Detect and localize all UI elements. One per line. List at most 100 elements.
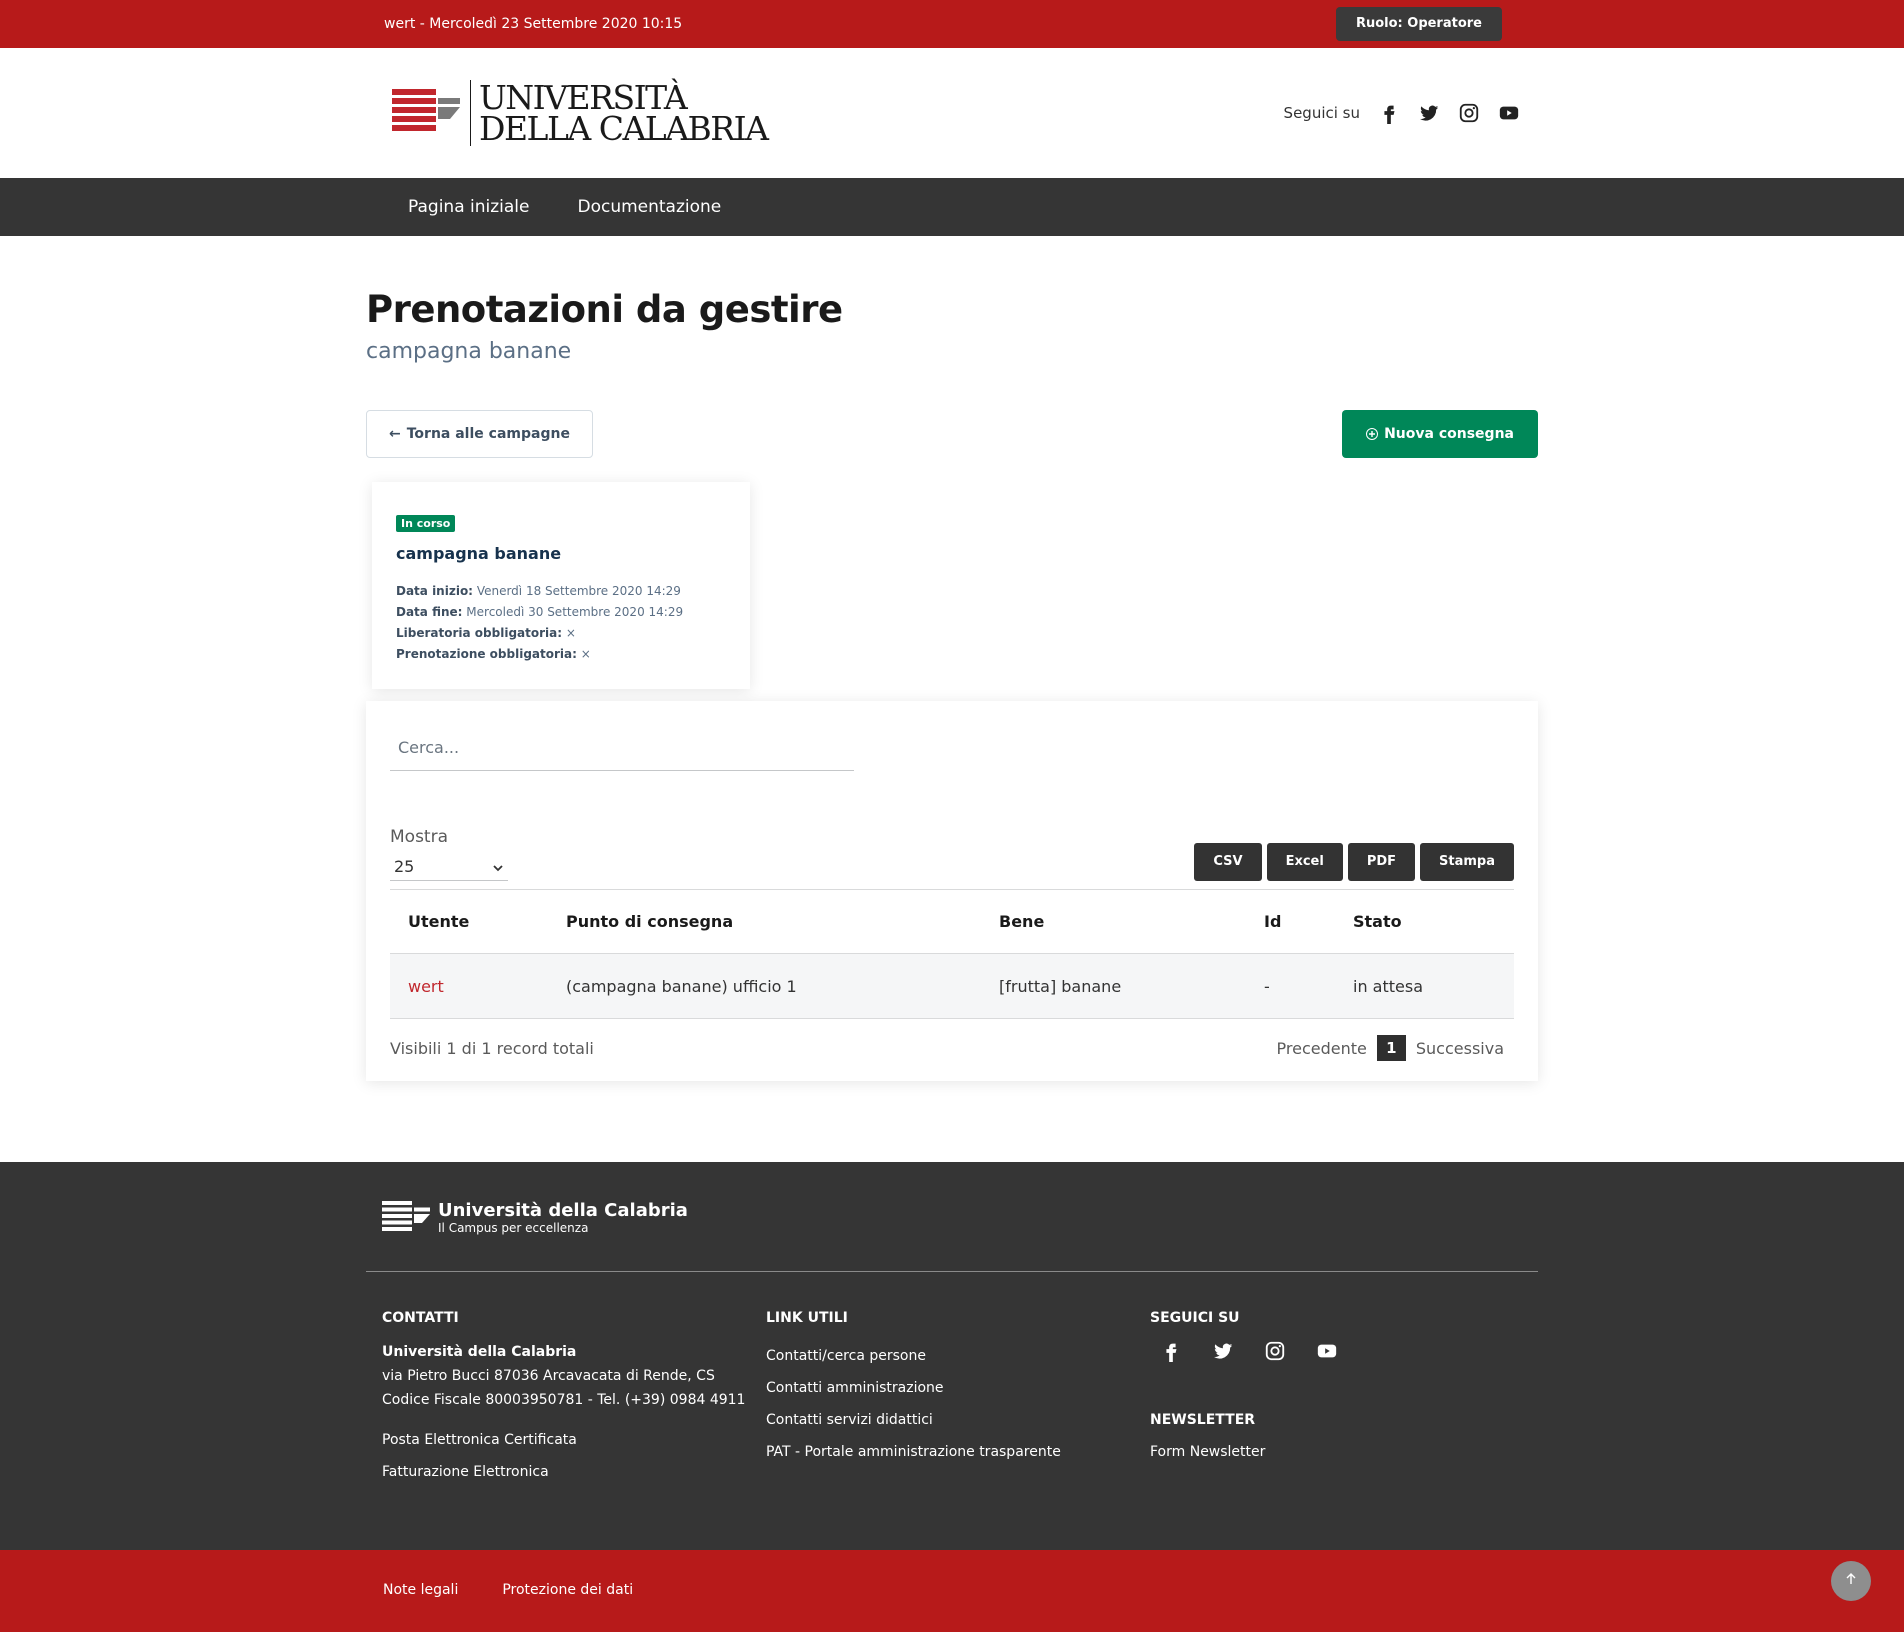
bookings-table-panel: Cerca... Mostra 25 CSV Excel PDF Stampa	[366, 701, 1538, 1081]
column-header-item[interactable]: Bene	[981, 889, 1246, 954]
page-length-select[interactable]: 25	[390, 853, 508, 881]
facebook-icon[interactable]	[1160, 1340, 1182, 1362]
top-bar: wert - Mercoledì 23 Settembre 2020 10:15…	[0, 0, 1904, 48]
page-actions: ← Torna alle campagne Nuova consegna	[366, 410, 1538, 458]
legal-notes-link[interactable]: Note legali	[383, 1582, 458, 1598]
plus-circle-icon	[1366, 428, 1379, 440]
campaign-liberatoria: Liberatoria obbligatoria: ×	[396, 623, 726, 644]
logo-separator	[470, 80, 471, 146]
role-button[interactable]: Ruolo: Operatore	[1335, 7, 1502, 41]
footer-brand[interactable]: Università della Calabria Il Campus per …	[366, 1162, 1538, 1235]
pagination: Precedente 1 Successiva	[1277, 1035, 1514, 1061]
campaign-end-value: Mercoledì 30 Settembre 2020 14:29	[466, 605, 684, 619]
page-title: Prenotazioni da gestire	[366, 288, 843, 331]
youtube-icon[interactable]	[1498, 102, 1520, 124]
logo-text: UNIVERSITÀ DELLA CALABRIA	[479, 81, 769, 148]
pagination-next[interactable]: Successiva	[1416, 1039, 1504, 1058]
new-delivery-label: Nuova consegna	[1384, 426, 1514, 442]
arrow-left-icon: ←	[389, 426, 401, 442]
link-contacts-people[interactable]: Contatti/cerca persone	[766, 1340, 1150, 1372]
page-length-value: 25	[394, 857, 415, 876]
pec-link[interactable]: Posta Elettronica Certificata	[382, 1424, 766, 1456]
page-length: Mostra 25	[390, 827, 508, 881]
campaign-start-value: Venerdì 18 Settembre 2020 14:29	[476, 584, 681, 598]
follow-title: SEGUICI SU	[1150, 1310, 1240, 1326]
bookings-table: Utente Punto di consegna Bene Id Stato w…	[390, 889, 1514, 1019]
arrow-up-icon	[1843, 1571, 1859, 1591]
table-row: wert (campagna banane) ufficio 1 [frutta…	[390, 953, 1514, 1019]
cell-delivery-point: (campagna banane) ufficio 1	[548, 953, 981, 1019]
cell-status: in attesa	[1335, 953, 1514, 1019]
column-header-id[interactable]: Id	[1246, 889, 1335, 954]
table-controls: Mostra 25 CSV Excel PDF Stampa	[390, 827, 1514, 881]
table-header-row: Utente Punto di consegna Bene Id Stato	[390, 889, 1514, 954]
prenotazione-value: ×	[580, 647, 591, 661]
chevron-down-icon	[492, 857, 504, 876]
export-buttons: CSV Excel PDF Stampa	[1194, 843, 1514, 881]
prenotazione-label: Prenotazione obbligatoria:	[396, 647, 577, 661]
export-excel-button[interactable]: Excel	[1266, 843, 1343, 881]
university-logo[interactable]: UNIVERSITÀ DELLA CALABRIA	[392, 80, 769, 148]
status-badge: In corso	[396, 515, 456, 532]
footer-brand-name: Università della Calabria	[438, 1200, 688, 1221]
link-pat[interactable]: PAT - Portale amministrazione trasparent…	[766, 1436, 1150, 1468]
cell-user-link[interactable]: wert	[390, 953, 548, 1019]
cell-item: [frutta] banane	[981, 953, 1246, 1019]
site-footer: Università della Calabria Il Campus per …	[0, 1162, 1904, 1550]
twitter-icon[interactable]	[1418, 102, 1440, 124]
contacts-address: via Pietro Bucci 87036 Arcavacata di Ren…	[382, 1368, 715, 1384]
search-placeholder: Cerca...	[398, 738, 460, 757]
twitter-icon[interactable]	[1212, 1340, 1234, 1362]
nav-documentation[interactable]: Documentazione	[577, 197, 721, 217]
bottom-bar: Note legali Protezione dei dati	[0, 1550, 1904, 1632]
column-header-delivery-point[interactable]: Punto di consegna	[548, 889, 981, 954]
export-pdf-button[interactable]: PDF	[1347, 843, 1416, 881]
liberatoria-value: ×	[565, 626, 576, 640]
table-footer: Visibili 1 di 1 record totali Precedente…	[390, 1035, 1514, 1061]
column-header-status[interactable]: Stato	[1335, 889, 1514, 954]
footer-divider	[366, 1271, 1538, 1272]
newsletter-title: NEWSLETTER	[1150, 1412, 1256, 1428]
youtube-icon[interactable]	[1316, 1340, 1338, 1362]
contacts-title: CONTATTI	[382, 1310, 459, 1326]
footer-social	[1150, 1340, 1534, 1362]
logo-line-2: DELLA CALABRIA	[479, 109, 769, 148]
facebook-icon[interactable]	[1378, 102, 1400, 124]
footer-useful-links: LINK UTILI Contatti/cerca persone Contat…	[766, 1310, 1150, 1488]
privacy-link[interactable]: Protezione dei dati	[502, 1582, 633, 1598]
footer-contacts: CONTATTI Università della Calabria via P…	[382, 1310, 766, 1488]
newsletter-link[interactable]: Form Newsletter	[1150, 1442, 1534, 1462]
campaign-prenotazione: Prenotazione obbligatoria: ×	[396, 644, 726, 665]
campaign-start: Data inizio: Venerdì 18 Settembre 2020 1…	[396, 581, 726, 602]
export-csv-button[interactable]: CSV	[1194, 843, 1262, 881]
follow-label: Seguici su	[1283, 104, 1360, 122]
instagram-icon[interactable]	[1458, 102, 1480, 124]
links-title: LINK UTILI	[766, 1310, 848, 1326]
pagination-current-page[interactable]: 1	[1376, 1035, 1406, 1061]
link-contacts-admin[interactable]: Contatti amministrazione	[766, 1372, 1150, 1404]
search-input[interactable]: Cerca...	[390, 725, 854, 771]
back-to-top-button[interactable]	[1831, 1561, 1871, 1601]
liberatoria-label: Liberatoria obbligatoria:	[396, 626, 563, 640]
campaign-start-label: Data inizio:	[396, 584, 473, 598]
back-button-label: Torna alle campagne	[406, 426, 570, 442]
back-to-campaigns-button[interactable]: ← Torna alle campagne	[366, 410, 593, 458]
new-delivery-button[interactable]: Nuova consegna	[1342, 410, 1538, 458]
records-info: Visibili 1 di 1 record totali	[390, 1038, 594, 1058]
nav-home[interactable]: Pagina iniziale	[408, 197, 529, 217]
site-header: UNIVERSITÀ DELLA CALABRIA Seguici su	[0, 48, 1904, 178]
print-button[interactable]: Stampa	[1420, 843, 1514, 881]
contacts-fiscal: Codice Fiscale 80003950781 - Tel. (+39) …	[382, 1392, 746, 1408]
footer-columns: CONTATTI Università della Calabria via P…	[366, 1310, 1538, 1488]
page-subtitle: campagna banane	[366, 339, 572, 364]
footer-brand-sub: Il Campus per eccellenza	[438, 1221, 589, 1235]
main-content: Prenotazioni da gestire campagna banane …	[0, 236, 1904, 1081]
column-header-user[interactable]: Utente	[390, 889, 548, 954]
campaign-end-label: Data fine:	[396, 605, 463, 619]
instagram-icon[interactable]	[1264, 1340, 1286, 1362]
campaign-title: campagna banane	[396, 544, 562, 563]
link-contacts-didactic[interactable]: Contatti servizi didattici	[766, 1404, 1150, 1436]
pagination-previous[interactable]: Precedente	[1277, 1039, 1367, 1058]
cell-id: -	[1246, 953, 1335, 1019]
fatturazione-link[interactable]: Fatturazione Elettronica	[382, 1456, 766, 1488]
